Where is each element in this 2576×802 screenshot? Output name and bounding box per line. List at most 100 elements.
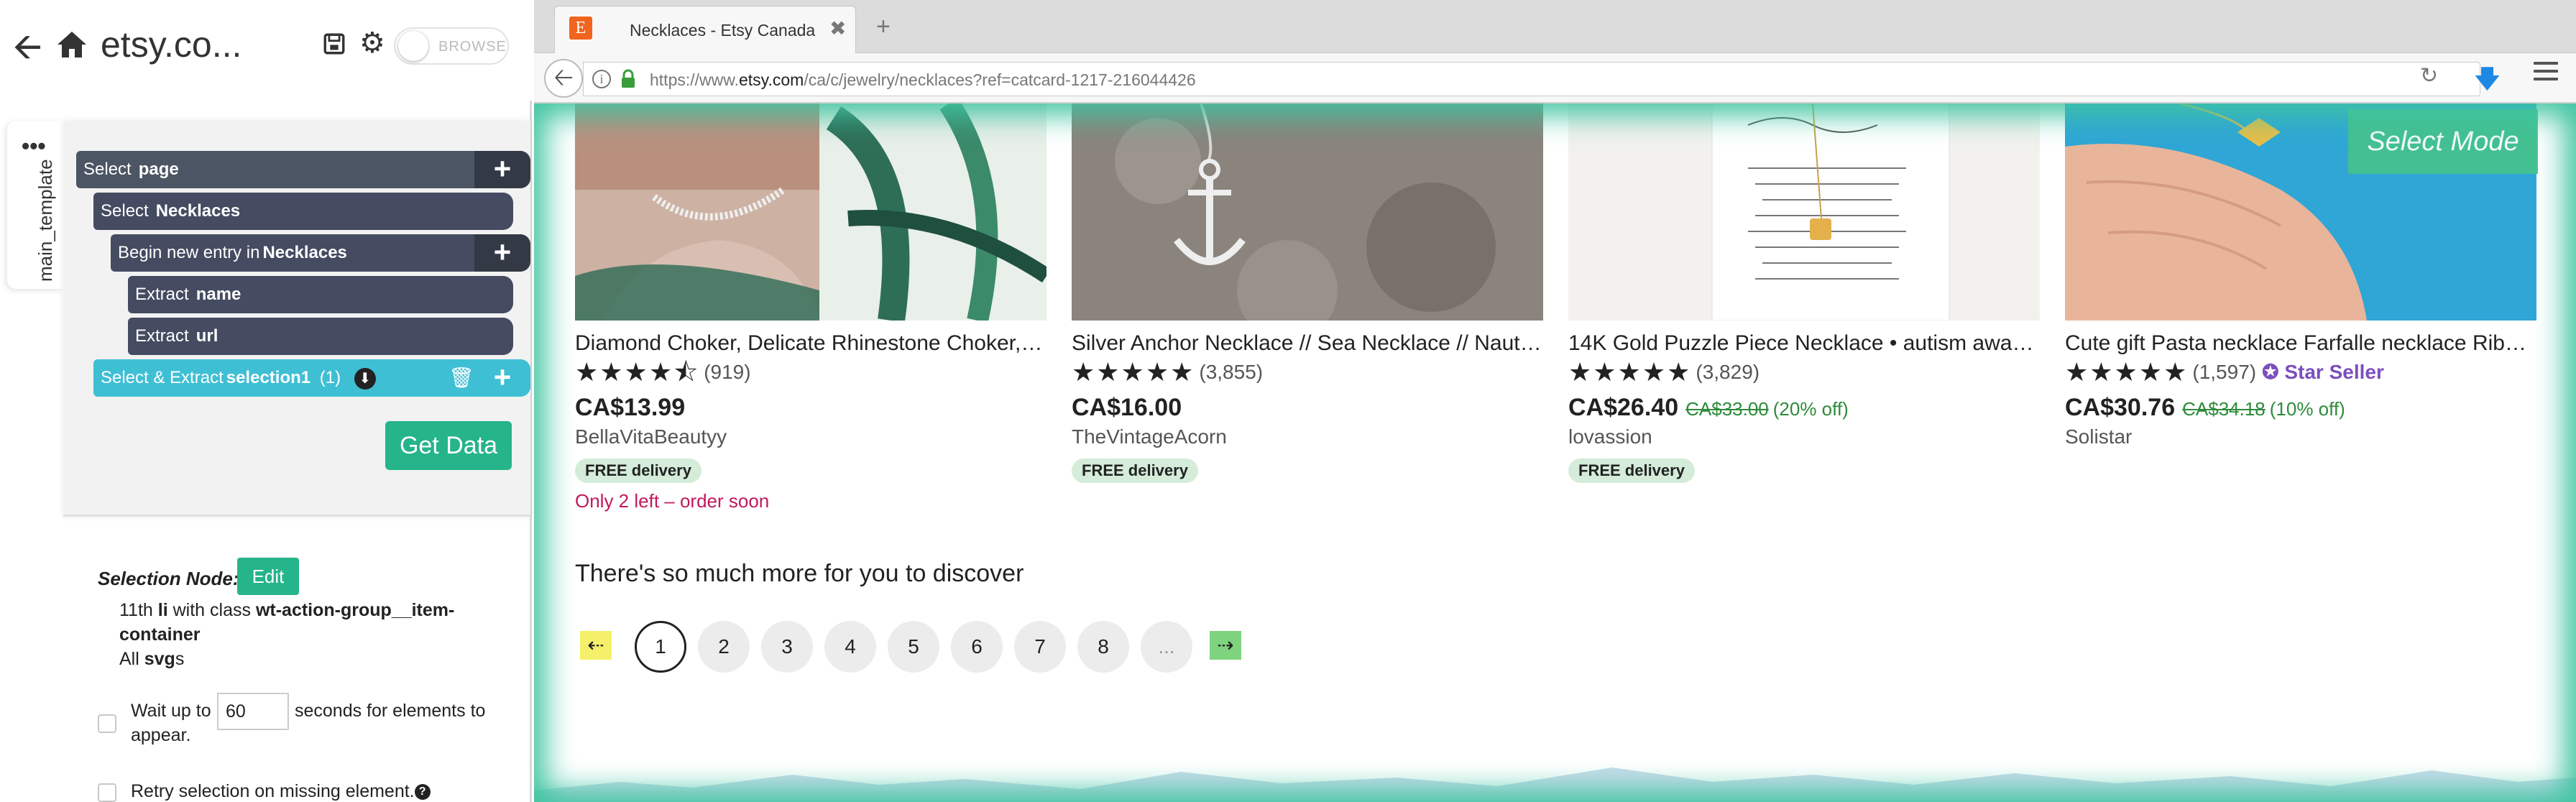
- command-verb: Select: [83, 160, 132, 179]
- lock-icon: [622, 69, 635, 88]
- page-ellipsis: ...: [1141, 621, 1192, 673]
- discount-label: (20% off): [1772, 398, 1849, 420]
- page-4-button[interactable]: 4: [824, 621, 876, 673]
- tab-title: Necklaces - Etsy Canada: [630, 21, 816, 40]
- close-tab-icon[interactable]: ✖: [829, 17, 846, 40]
- wait-checkbox[interactable]: [98, 714, 116, 733]
- add-command-button[interactable]: +: [474, 151, 530, 188]
- desc-all: All: [119, 649, 139, 669]
- get-data-button[interactable]: Get Data: [385, 421, 512, 470]
- product-image[interactable]: [1568, 103, 2040, 321]
- new-tab-icon[interactable]: +: [876, 13, 891, 41]
- info-icon[interactable]: i: [592, 70, 611, 88]
- product-price: CA$16.00: [1072, 394, 1182, 421]
- page-5-button[interactable]: 5: [888, 621, 939, 673]
- project-site-name: etsy.co...: [101, 24, 242, 65]
- help-icon[interactable]: ?: [414, 784, 431, 801]
- page-6-button[interactable]: 6: [951, 621, 1003, 673]
- star-icons: ★★★★★: [2065, 357, 2189, 387]
- retry-checkbox[interactable]: [98, 783, 116, 802]
- reload-icon[interactable]: ↻: [2420, 63, 2438, 88]
- add-command-button[interactable]: +: [474, 234, 530, 272]
- command-target: name: [196, 285, 242, 304]
- free-delivery-badge: FREE delivery: [575, 458, 702, 483]
- low-stock-note: Only 2 left – order soon: [575, 490, 770, 512]
- star-seller-label: Star Seller: [2284, 361, 2384, 383]
- desc-ordinal: 11th: [119, 600, 153, 620]
- star-icons: ★★★★★: [1072, 357, 1195, 387]
- desc-with-class: with class: [172, 600, 251, 620]
- product-card[interactable]: Diamond Choker, Delicate Rhinestone Chok…: [575, 103, 1046, 512]
- browser-tab[interactable]: E Necklaces - Etsy Canada ✖: [554, 6, 856, 53]
- product-title[interactable]: Diamond Choker, Delicate Rhinestone Chok…: [575, 329, 1046, 358]
- command-verb: Select & Extract: [101, 368, 224, 387]
- template-editor: Select page + Select Necklaces Begin new e…: [63, 121, 530, 516]
- page-8-button[interactable]: 8: [1077, 621, 1129, 673]
- rating-stars: ★★★★★ (1,597) ✪ Star Seller: [2065, 356, 2384, 388]
- trash-icon[interactable]: 🗑: [448, 367, 474, 390]
- page-2-button[interactable]: 2: [698, 621, 750, 673]
- select-extract-command[interactable]: Select & Extract selection1 (1) ⬇ 🗑 +: [93, 359, 530, 397]
- url-path: /ca/c/jewelry/necklaces?ref=catcard-1217…: [804, 70, 1196, 89]
- star-icons: ★★★★⯪: [575, 357, 700, 387]
- hamburger-menu-icon[interactable]: [2534, 62, 2558, 83]
- shop-name: BellaVitaBeautyy: [575, 425, 727, 448]
- product-price-group: CA$30.76 CA$34.18 (10% off): [2065, 391, 2345, 425]
- command-count: (1): [319, 368, 341, 387]
- page-7-button[interactable]: 7: [1014, 621, 1066, 673]
- save-icon[interactable]: [322, 32, 346, 56]
- product-card[interactable]: Silver Anchor Necklace // Sea Necklace /…: [1072, 103, 1543, 483]
- address-bar[interactable]: i https://www.etsy.com/ca/c/jewelry/neck…: [583, 62, 2480, 96]
- review-count: (3,829): [1696, 361, 1760, 383]
- shop-name: TheVintageAcorn: [1072, 425, 1227, 448]
- selection-node-label: Selection Node:: [98, 568, 239, 589]
- toggle-knob: [398, 31, 428, 61]
- discover-heading: There's so much more for you to discover: [575, 560, 1024, 587]
- select-page-command[interactable]: Select page +: [76, 151, 530, 188]
- product-title[interactable]: Silver Anchor Necklace // Sea Necklace /…: [1072, 329, 1543, 358]
- divider: [63, 515, 530, 517]
- previous-page-icon[interactable]: ⇠: [580, 631, 612, 660]
- command-target: url: [196, 326, 218, 346]
- product-title[interactable]: Cute gift Pasta necklace Farfalle neckla…: [2065, 329, 2536, 358]
- page-3-button[interactable]: 3: [761, 621, 813, 673]
- extract-name-command[interactable]: Extract name: [128, 276, 513, 313]
- more-options-icon[interactable]: •••: [22, 134, 46, 157]
- toggle-label: BROWSE: [438, 39, 507, 55]
- select-mode-badge: Select Mode: [2348, 109, 2538, 174]
- command-verb: Extract: [135, 285, 189, 304]
- discount-label: (10% off): [2269, 398, 2345, 420]
- desc-plural: s: [175, 649, 185, 669]
- review-count: (1,597): [2192, 361, 2257, 383]
- selection-node-description: 11th li with class wt-action-group__item…: [119, 598, 493, 647]
- back-arrow-icon[interactable]: 🡨: [13, 29, 42, 65]
- etsy-favicon-icon: E: [569, 17, 592, 40]
- select-necklaces-command[interactable]: Select Necklaces: [93, 193, 513, 230]
- product-price-group: CA$26.40 CA$33.00 (20% off): [1568, 391, 1849, 425]
- original-price: CA$34.18: [2182, 398, 2266, 420]
- template-tab-label-wrap: main_template: [34, 159, 56, 289]
- command-verb: Extract: [135, 326, 189, 346]
- back-button[interactable]: 🡠: [544, 59, 583, 98]
- product-card[interactable]: 14K Gold Puzzle Piece Necklace • autism …: [1568, 103, 2040, 483]
- url-domain: etsy.com: [738, 70, 804, 89]
- next-page-icon[interactable]: ⇢: [1210, 631, 1241, 660]
- product-image[interactable]: [575, 103, 1046, 321]
- extract-url-command[interactable]: Extract url: [128, 318, 513, 355]
- page-1-button[interactable]: 1: [635, 621, 686, 673]
- gear-icon[interactable]: ⚙: [359, 29, 385, 57]
- home-icon[interactable]: [55, 27, 89, 62]
- download-icon[interactable]: ⬇: [354, 367, 376, 390]
- download-arrow-icon[interactable]: 🡇: [2475, 62, 2500, 103]
- page-content: Diamond Choker, Delicate Rhinestone Chok…: [534, 103, 2576, 802]
- edit-button[interactable]: Edit: [237, 558, 299, 595]
- product-image[interactable]: [1072, 103, 1543, 321]
- add-command-button[interactable]: +: [474, 359, 530, 397]
- free-delivery-badge: FREE delivery: [1072, 458, 1198, 483]
- command-target: Necklaces: [155, 201, 241, 221]
- product-title[interactable]: 14K Gold Puzzle Piece Necklace • autism …: [1568, 329, 2040, 358]
- begin-entry-command[interactable]: Begin new entry in Necklaces +: [111, 234, 530, 272]
- browse-mode-toggle[interactable]: BROWSE: [394, 27, 509, 65]
- review-count: (3,855): [1199, 361, 1264, 383]
- footer-mountain-illustration: [534, 768, 2576, 802]
